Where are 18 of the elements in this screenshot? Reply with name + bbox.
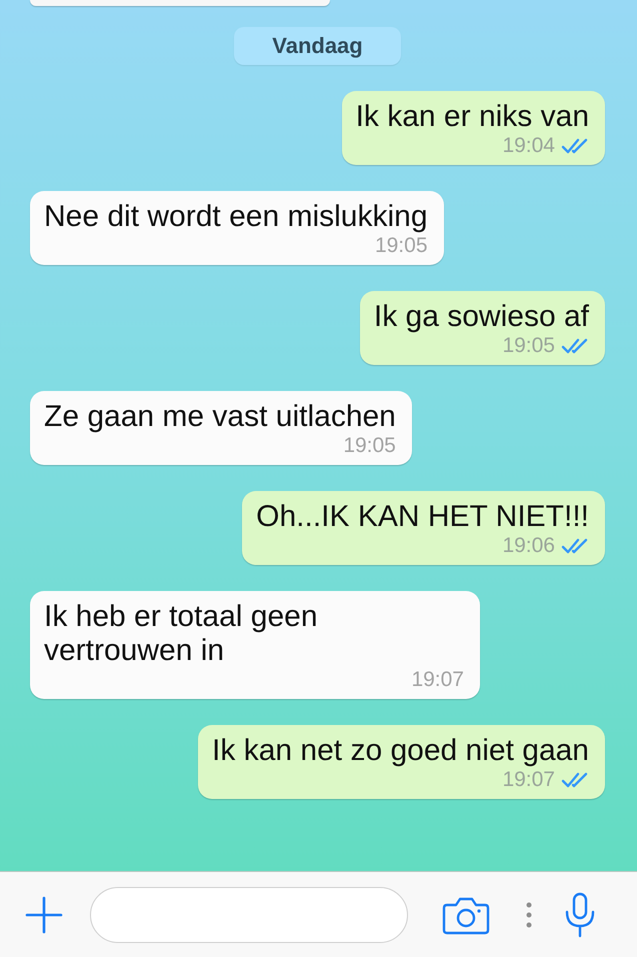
message-time: 19:05 (374, 234, 428, 258)
microphone-icon[interactable] (564, 892, 596, 938)
message-text: Ik ga sowieso af (374, 300, 589, 334)
more-icon[interactable] (526, 902, 532, 928)
message-time: 19:05 (502, 334, 555, 358)
message-time: 19:05 (343, 434, 396, 458)
message-text: Ik kan net zo goed niet gaan (212, 734, 589, 768)
plus-icon[interactable] (24, 894, 64, 934)
message-time: 19:07 (411, 668, 464, 692)
message-text: Nee dit wordt een mislukking (44, 200, 428, 234)
message-text: Ik heb er totaal geen vertrouwen in (44, 600, 319, 668)
message-text: Oh...IK KAN HET NIET!!! (256, 500, 589, 534)
message-time: 19:06 (502, 534, 555, 558)
message-text: Ik kan er niks van (356, 100, 589, 134)
message-text: Ze gaan me vast uitlachen (44, 400, 396, 434)
date-label: Vandaag (234, 27, 401, 65)
message-time: 19:07 (502, 768, 555, 792)
message-time: 19:04 (502, 134, 555, 158)
